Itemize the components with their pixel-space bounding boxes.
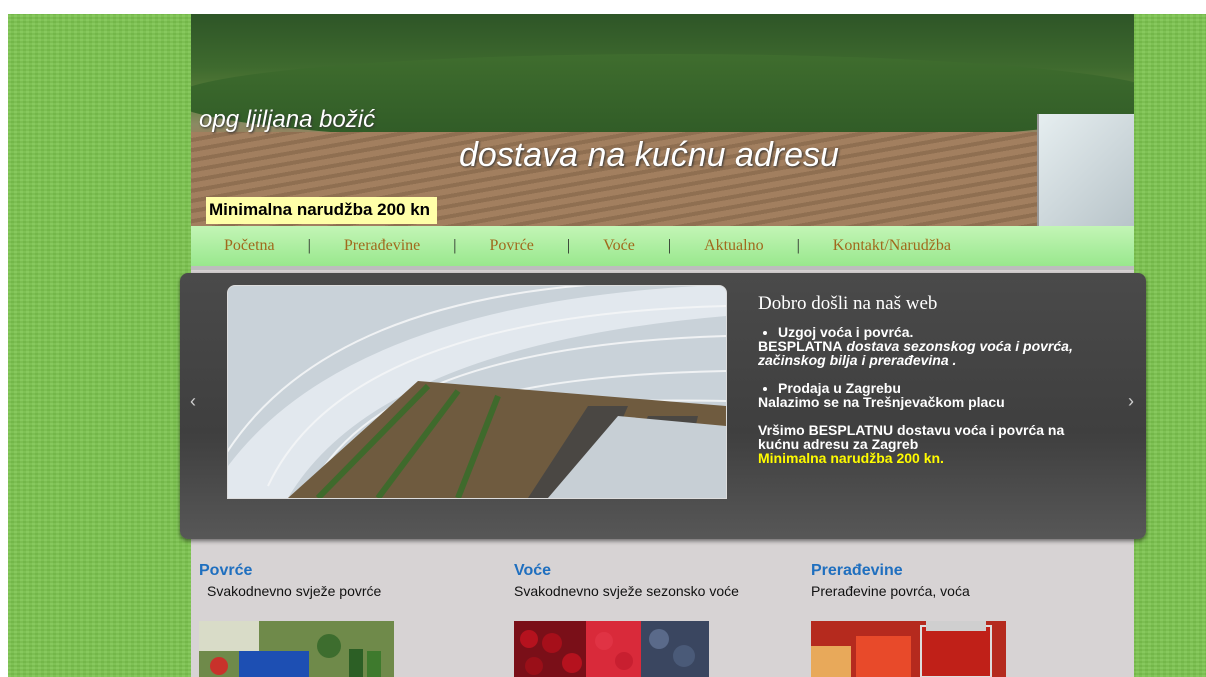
nav-item-povrce[interactable]: Povrće	[489, 237, 533, 255]
category-title[interactable]: Voće	[514, 562, 739, 580]
category-voce[interactable]: Voće Svakodnevno svježe sezonsko voće	[514, 562, 739, 599]
delivery-text: Vršimo BESPLATNU dostavu voća i povrća n…	[758, 422, 1065, 452]
vegetables-thumbnail[interactable]	[199, 621, 394, 677]
banner-greenhouse	[1037, 114, 1134, 226]
min-order-badge: Minimalna narudžba 200 kn	[206, 197, 438, 224]
nav-separator: |	[796, 237, 800, 254]
slider-next-icon[interactable]: ›	[1128, 391, 1134, 412]
nav-separator: |	[566, 237, 571, 254]
category-desc: Svakodnevno svježe povrće	[207, 583, 382, 599]
hero-slider: ‹ Dobro došli na naš web • Uzgoj voća i …	[180, 273, 1146, 539]
category-preradevine[interactable]: Prerađevine Prerađevine povrća, voća	[811, 562, 970, 599]
category-desc: Svakodnevno svježe sezonsko voće	[514, 583, 739, 599]
vegetables-illustration	[199, 621, 394, 677]
minimum-order-text: Minimalna narudžba 200 kn.	[758, 450, 944, 466]
sales-list: Prodaja u Zagrebu	[758, 381, 1108, 395]
fruit-illustration	[514, 621, 709, 677]
nav-item-pocetna[interactable]: Početna	[224, 237, 275, 255]
welcome-text: Dobro došli na naš web Uzgoj voća i povr…	[758, 293, 1108, 465]
welcome-list: Uzgoj voća i povrća.	[758, 325, 1108, 339]
free-delivery-line: BESPLATNA dostava sezonskog voća i povrć…	[758, 339, 1108, 367]
location-text: Nalazimo se na Trešnjevačkom placu	[758, 394, 1005, 410]
site-name: opg ljiljana božić	[199, 106, 376, 133]
greenhouse-illustration	[228, 286, 726, 498]
header-banner: opg ljiljana božić dostava na kućnu adre…	[191, 14, 1134, 226]
nav-item-aktualno[interactable]: Aktualno	[704, 237, 764, 255]
page-container: opg ljiljana božić dostava na kućnu adre…	[180, 14, 1146, 677]
site-tagline: dostava na kućnu adresu	[459, 136, 839, 174]
category-title[interactable]: Prerađevine	[811, 562, 970, 580]
list-item: Uzgoj voća i povrća.	[778, 325, 1108, 339]
category-povrce[interactable]: Povrće Svakodnevno svježe povrće	[199, 562, 381, 599]
slider-prev-icon[interactable]: ‹	[190, 391, 196, 412]
list-item: Prodaja u Zagrebu	[778, 381, 1108, 395]
nav-separator: |	[667, 237, 672, 254]
preserves-illustration	[811, 621, 1006, 677]
preserves-thumbnail[interactable]	[811, 621, 1006, 677]
nav-item-kontakt[interactable]: Kontakt/Narudžba	[833, 237, 951, 255]
greenhouse-image	[227, 285, 727, 499]
main-nav: Početna | Prerađevine | Povrće | Voće | …	[191, 226, 1134, 270]
category-desc: Prerađevine povrća, voća	[811, 583, 970, 599]
nav-separator: |	[307, 237, 311, 254]
fruit-thumbnail[interactable]	[514, 621, 709, 677]
category-title[interactable]: Povrće	[199, 562, 381, 580]
nav-item-preradevine[interactable]: Prerađevine	[344, 237, 420, 255]
nav-separator: |	[453, 237, 457, 254]
welcome-title: Dobro došli na naš web	[758, 293, 938, 314]
nav-item-voce[interactable]: Voće	[603, 237, 635, 255]
